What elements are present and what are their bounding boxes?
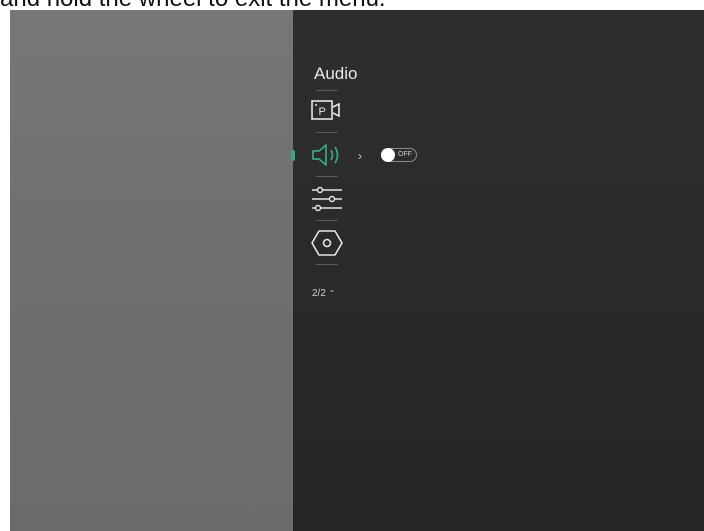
menu-separator [316,90,338,91]
menu-separator [316,132,338,133]
audio-toggle[interactable]: OFF [381,148,417,162]
chevron-up-icon: ⌃ [328,289,336,298]
page-indicator: 2/2 ⌃ [312,288,335,299]
active-item-marker [291,150,295,161]
hex-nut-icon[interactable] [310,229,344,257]
svg-text:P: P [319,106,326,118]
toggle-knob [381,148,395,162]
menu-panel [293,10,704,531]
speaker-icon[interactable] [310,142,344,168]
sliders-icon[interactable] [310,185,344,215]
menu-separator [316,220,338,221]
menu-title: Audio [314,64,358,83]
chevron-right-icon: › [358,149,362,163]
picture-in-picture-icon[interactable]: P [310,99,344,123]
page-number: 2/2 [312,288,326,299]
toggle-state-label: OFF [398,151,412,158]
menu-separator [316,176,338,177]
menu-separator [316,264,338,265]
thermal-view [10,10,293,531]
